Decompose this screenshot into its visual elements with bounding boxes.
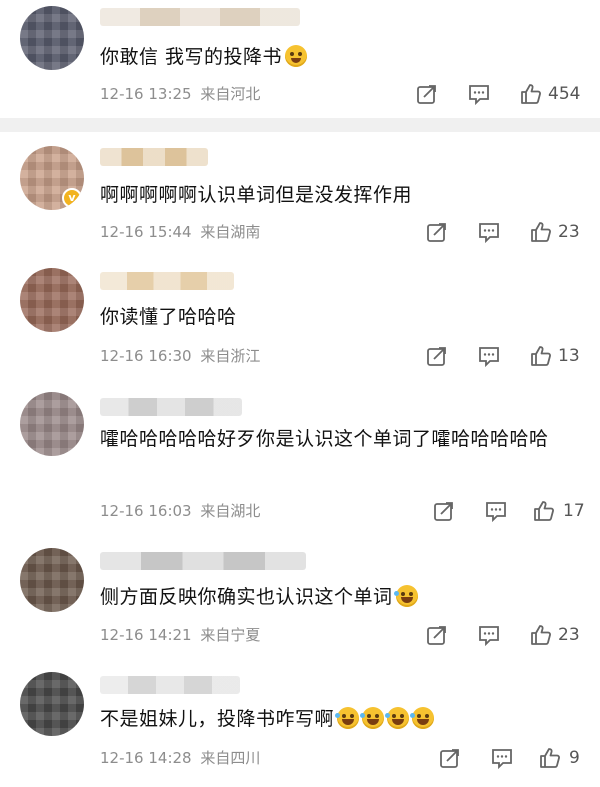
comment-meta: 12-16 14:21 来自宁夏 xyxy=(100,624,260,646)
comment-icon[interactable] xyxy=(477,220,501,244)
comment-location: 来自浙江 xyxy=(200,347,261,365)
laughing-tears-icon xyxy=(393,585,418,607)
comment-actions: 23 xyxy=(425,621,595,649)
comment-time: 12-16 13:25 xyxy=(100,85,192,103)
crying-face-icon xyxy=(285,45,308,67)
comment-actions: 9 xyxy=(438,744,595,772)
like-count: 23 xyxy=(558,222,580,242)
comment-location: 来自湖北 xyxy=(200,502,261,520)
comment-meta: 12-16 16:30 来自浙江 xyxy=(100,345,260,367)
comment-meta: 12-16 13:25 来自河北 xyxy=(100,83,260,105)
username[interactable] xyxy=(100,272,234,290)
thumbs-up-icon[interactable] xyxy=(529,220,553,244)
verified-badge-icon: v xyxy=(62,188,82,208)
username[interactable] xyxy=(100,8,300,26)
comment-location: 来自湖南 xyxy=(200,223,261,241)
comment-actions: 454 xyxy=(415,80,595,108)
comment-meta: 12-16 16:03 来自湖北 xyxy=(100,500,260,522)
comment-icon[interactable] xyxy=(490,746,514,770)
repost-icon[interactable] xyxy=(415,82,439,106)
comment-time: 12-16 15:44 xyxy=(100,223,192,241)
username[interactable] xyxy=(100,676,240,694)
repost-icon[interactable] xyxy=(432,499,456,523)
thumbs-up-icon[interactable] xyxy=(532,499,556,523)
comment-location: 来自宁夏 xyxy=(200,626,261,644)
comment-text-content: 你敢信 我写的投降书 xyxy=(100,46,283,68)
avatar[interactable]: v xyxy=(20,146,84,210)
comment-actions: 17 xyxy=(432,497,595,525)
avatar[interactable] xyxy=(20,392,84,456)
like-count: 23 xyxy=(558,625,580,645)
avatar[interactable] xyxy=(20,672,84,736)
comment-time: 12-16 16:03 xyxy=(100,502,192,520)
avatar[interactable] xyxy=(20,6,84,70)
comment-meta: 12-16 14:28 来自四川 xyxy=(100,747,260,769)
like-count: 13 xyxy=(558,346,580,366)
repost-icon[interactable] xyxy=(425,220,449,244)
comment-actions: 13 xyxy=(425,342,595,370)
comment-text-content: 你读懂了哈哈哈 xyxy=(100,306,237,328)
repost-icon[interactable] xyxy=(438,746,462,770)
comment-meta: 12-16 15:44 来自湖南 xyxy=(100,221,260,243)
thumbs-up-icon[interactable] xyxy=(529,344,553,368)
laughing-tears-icon xyxy=(385,707,410,729)
thumbs-up-icon[interactable] xyxy=(529,623,553,647)
laughing-tears-icon xyxy=(410,707,435,729)
comment-text: 你敢信 我写的投降书 xyxy=(100,42,560,72)
username[interactable] xyxy=(100,148,208,166)
repost-icon[interactable] xyxy=(425,344,449,368)
comment-actions: 23 xyxy=(425,218,595,246)
comment-text: 不是姐妹儿，投降书咋写啊 xyxy=(100,704,560,734)
comment-time: 12-16 14:28 xyxy=(100,749,192,767)
section-separator xyxy=(0,118,600,132)
comment-text-content: 不是姐妹儿，投降书咋写啊 xyxy=(100,708,335,730)
comment-text: 你读懂了哈哈哈 xyxy=(100,302,560,332)
laughing-tears-icon xyxy=(360,707,385,729)
comment-text: 啊啊啊啊啊认识单词但是没发挥作用 xyxy=(100,180,560,210)
like-count: 9 xyxy=(569,748,580,768)
comment-icon[interactable] xyxy=(467,82,491,106)
username[interactable] xyxy=(100,398,242,416)
comment-text: 嚯哈哈哈哈哈好歹你是认识这个单词了嚯哈哈哈哈哈 xyxy=(100,424,560,454)
comment-text-content: 侧方面反映你确实也认识这个单词 xyxy=(100,586,393,608)
like-count: 17 xyxy=(563,501,585,521)
laughing-tears-icon xyxy=(335,707,360,729)
comment-text-content: 嚯哈哈哈哈哈好歹你是认识这个单词了嚯哈哈哈哈哈 xyxy=(100,428,549,450)
avatar[interactable] xyxy=(20,548,84,612)
comment-time: 12-16 16:30 xyxy=(100,347,192,365)
like-count: 454 xyxy=(548,84,581,104)
comment-text: 侧方面反映你确实也认识这个单词 xyxy=(100,582,560,612)
repost-icon[interactable] xyxy=(425,623,449,647)
username[interactable] xyxy=(100,552,306,570)
comment-icon[interactable] xyxy=(484,499,508,523)
thumbs-up-icon[interactable] xyxy=(519,82,543,106)
comment-feed: 你敢信 我写的投降书 12-16 13:25 来自河北 454 v 啊啊啊啊啊认… xyxy=(0,0,600,787)
comment-time: 12-16 14:21 xyxy=(100,626,192,644)
comment-icon[interactable] xyxy=(477,344,501,368)
thumbs-up-icon[interactable] xyxy=(538,746,562,770)
avatar[interactable] xyxy=(20,268,84,332)
comment-location: 来自河北 xyxy=(200,85,261,103)
comment-icon[interactable] xyxy=(477,623,501,647)
comment-text-content: 啊啊啊啊啊认识单词但是没发挥作用 xyxy=(100,184,413,206)
comment-location: 来自四川 xyxy=(200,749,261,767)
